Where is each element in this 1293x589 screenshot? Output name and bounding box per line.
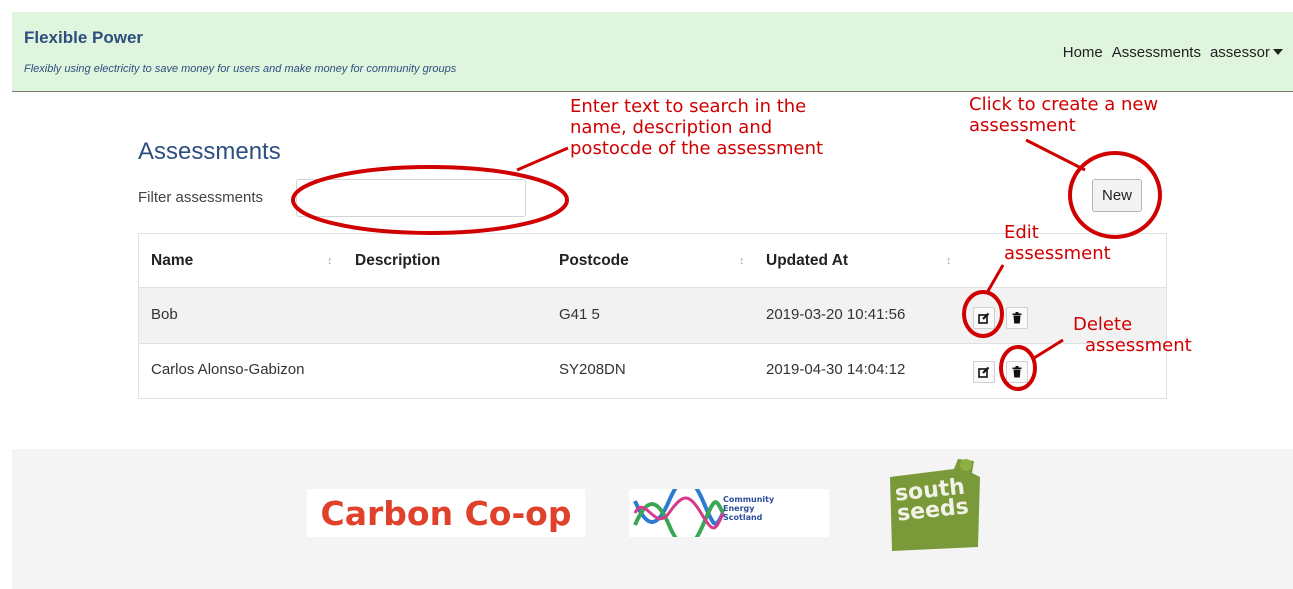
carbon-coop-logo-text: Carbon Co-op [320,493,572,533]
annotation-line: assessment [1004,243,1111,264]
ces-logo-text: Community Energy Scotland [723,495,774,522]
annotation-line: name, description and [570,117,773,138]
delete-button[interactable] [1006,361,1028,383]
brand-title[interactable]: Flexible Power [24,28,143,48]
navbar: Flexible Power Flexibly using electricit… [12,12,1293,92]
column-header-postcode[interactable]: Postcode [559,252,629,270]
annotation-line: Edit [1004,222,1039,243]
nav-links: Home Assessments assessor [1063,44,1283,61]
ces-line: Energy [723,504,755,513]
annotation-delete: Delete assessment [1073,314,1192,356]
nav-assessments-link[interactable]: Assessments [1112,44,1201,61]
edit-icon [978,312,990,324]
edit-button[interactable] [973,361,995,383]
annotation-arrow-search [516,146,569,172]
brand-tagline: Flexibly using electricity to save money… [24,63,457,75]
cell-postcode: G41 5 [559,306,600,323]
south-seeds-logo: south seeds [882,455,992,565]
annotation-line: assessment [1085,335,1192,356]
edit-button[interactable] [973,307,995,329]
trash-icon [1012,366,1022,378]
caret-down-icon [1273,49,1283,55]
ces-line: Scotland [723,513,763,522]
sort-icon[interactable]: ↕ [739,255,745,267]
annotation-edit: Edit assessment [1004,222,1111,264]
ces-wave-icon [633,489,725,537]
table-row: Bob G41 5 2019-03-20 10:41:56 [139,288,1166,344]
filter-label: Filter assessments [138,189,264,206]
cell-postcode: SY208DN [559,361,626,378]
ces-line: Community [723,495,775,504]
carbon-coop-logo: Carbon Co-op [307,489,585,537]
footer: Carbon Co-op Community Energy Scotland s… [12,449,1293,589]
annotation-line: Click to create a new [969,94,1159,115]
sort-icon[interactable]: ↕ [327,255,333,267]
annotation-line: postocde of the assessment [570,138,824,159]
annotation-new: Click to create a new assessment [969,94,1158,136]
user-menu-label: assessor [1209,44,1270,61]
cell-name: Carlos Alonso-Gabizon [151,361,305,378]
annotation-line: assessment [969,115,1076,136]
new-assessment-button[interactable]: New [1092,179,1142,212]
nav-home-link[interactable]: Home [1063,44,1103,61]
column-header-name[interactable]: Name [151,252,193,270]
annotation-line: Delete [1073,314,1133,335]
cell-updated-at: 2019-03-20 10:41:56 [766,306,906,323]
community-energy-scotland-logo: Community Energy Scotland [629,489,829,537]
annotation-line: Enter text to search in the [570,96,807,117]
page-title: Assessments [138,138,281,165]
table-row: Carlos Alonso-Gabizon SY208DN 2019-04-30… [139,344,1166,399]
annotation-search: Enter text to search in the name, descri… [570,96,823,159]
annotation-arrow-new [1025,138,1086,172]
cell-name: Bob [151,306,178,323]
trash-icon [1012,312,1022,324]
column-header-updated-at[interactable]: Updated At [766,252,848,270]
filter-input[interactable] [296,179,526,217]
edit-icon [978,366,990,378]
south-seeds-logo-text: south seeds [894,475,970,527]
user-menu[interactable]: assessor [1210,44,1283,61]
cell-updated-at: 2019-04-30 14:04:12 [766,361,906,378]
column-header-description[interactable]: Description [355,252,440,270]
sort-icon[interactable]: ↕ [946,255,952,267]
delete-button[interactable] [1006,307,1028,329]
